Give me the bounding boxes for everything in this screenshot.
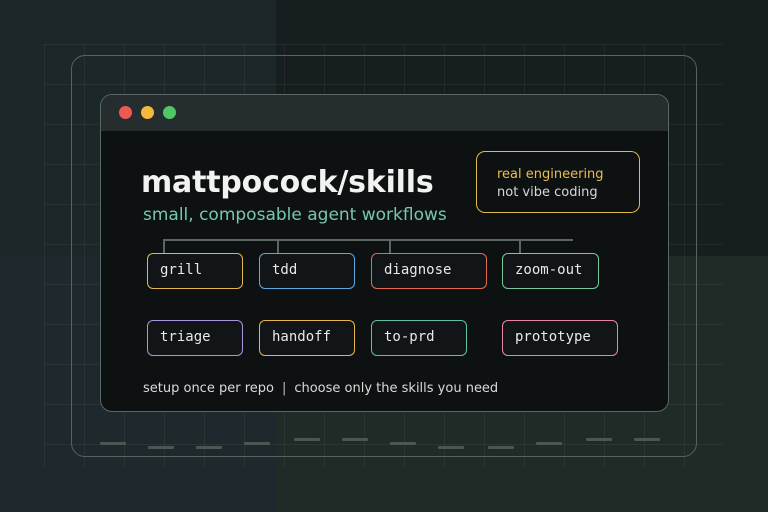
dash [196, 446, 222, 449]
dash [634, 438, 660, 441]
connector-stub [163, 239, 165, 253]
dash [536, 442, 562, 445]
page-title: mattpocock/skills [141, 165, 434, 200]
footer-right-text: choose only the skills you need [294, 381, 499, 396]
page-subtitle: small, composable agent workflows [143, 205, 447, 225]
dash [390, 442, 416, 445]
app-window: mattpocock/skills small, composable agen… [100, 94, 669, 412]
skill-chip-diagnose[interactable]: diagnose [371, 253, 487, 289]
minimize-dot-icon[interactable] [141, 106, 154, 119]
footer-separator: | [281, 381, 287, 396]
dash [342, 438, 368, 441]
dash [100, 442, 126, 445]
footer-left-text: setup once per repo [143, 381, 274, 396]
skill-chip-to-prd[interactable]: to-prd [371, 320, 467, 356]
connector-stub [277, 239, 279, 253]
dash [438, 446, 464, 449]
footer-caption: setup once per repo | choose only the skil… [143, 381, 498, 396]
dash [586, 438, 612, 441]
skill-chip-zoom-out[interactable]: zoom-out [502, 253, 599, 289]
close-dot-icon[interactable] [119, 106, 132, 119]
skill-chip-grill[interactable]: grill [147, 253, 243, 289]
connector-stub [389, 239, 391, 253]
decorative-dash-row [96, 436, 676, 449]
skill-chip-handoff[interactable]: handoff [259, 320, 355, 356]
dash [488, 446, 514, 449]
maximize-dot-icon[interactable] [163, 106, 176, 119]
callout-line-1: real engineering [497, 167, 604, 182]
skill-chip-prototype[interactable]: prototype [502, 320, 618, 356]
skill-chip-tdd[interactable]: tdd [259, 253, 355, 289]
connector-stub [519, 239, 521, 253]
dash [148, 446, 174, 449]
connector-line [163, 239, 573, 241]
callout-box: real engineering not vibe coding [476, 151, 640, 213]
callout-line-2: not vibe coding [497, 185, 598, 200]
skill-chip-triage[interactable]: triage [147, 320, 243, 356]
dash [294, 438, 320, 441]
dash [244, 442, 270, 445]
window-titlebar [101, 95, 668, 131]
